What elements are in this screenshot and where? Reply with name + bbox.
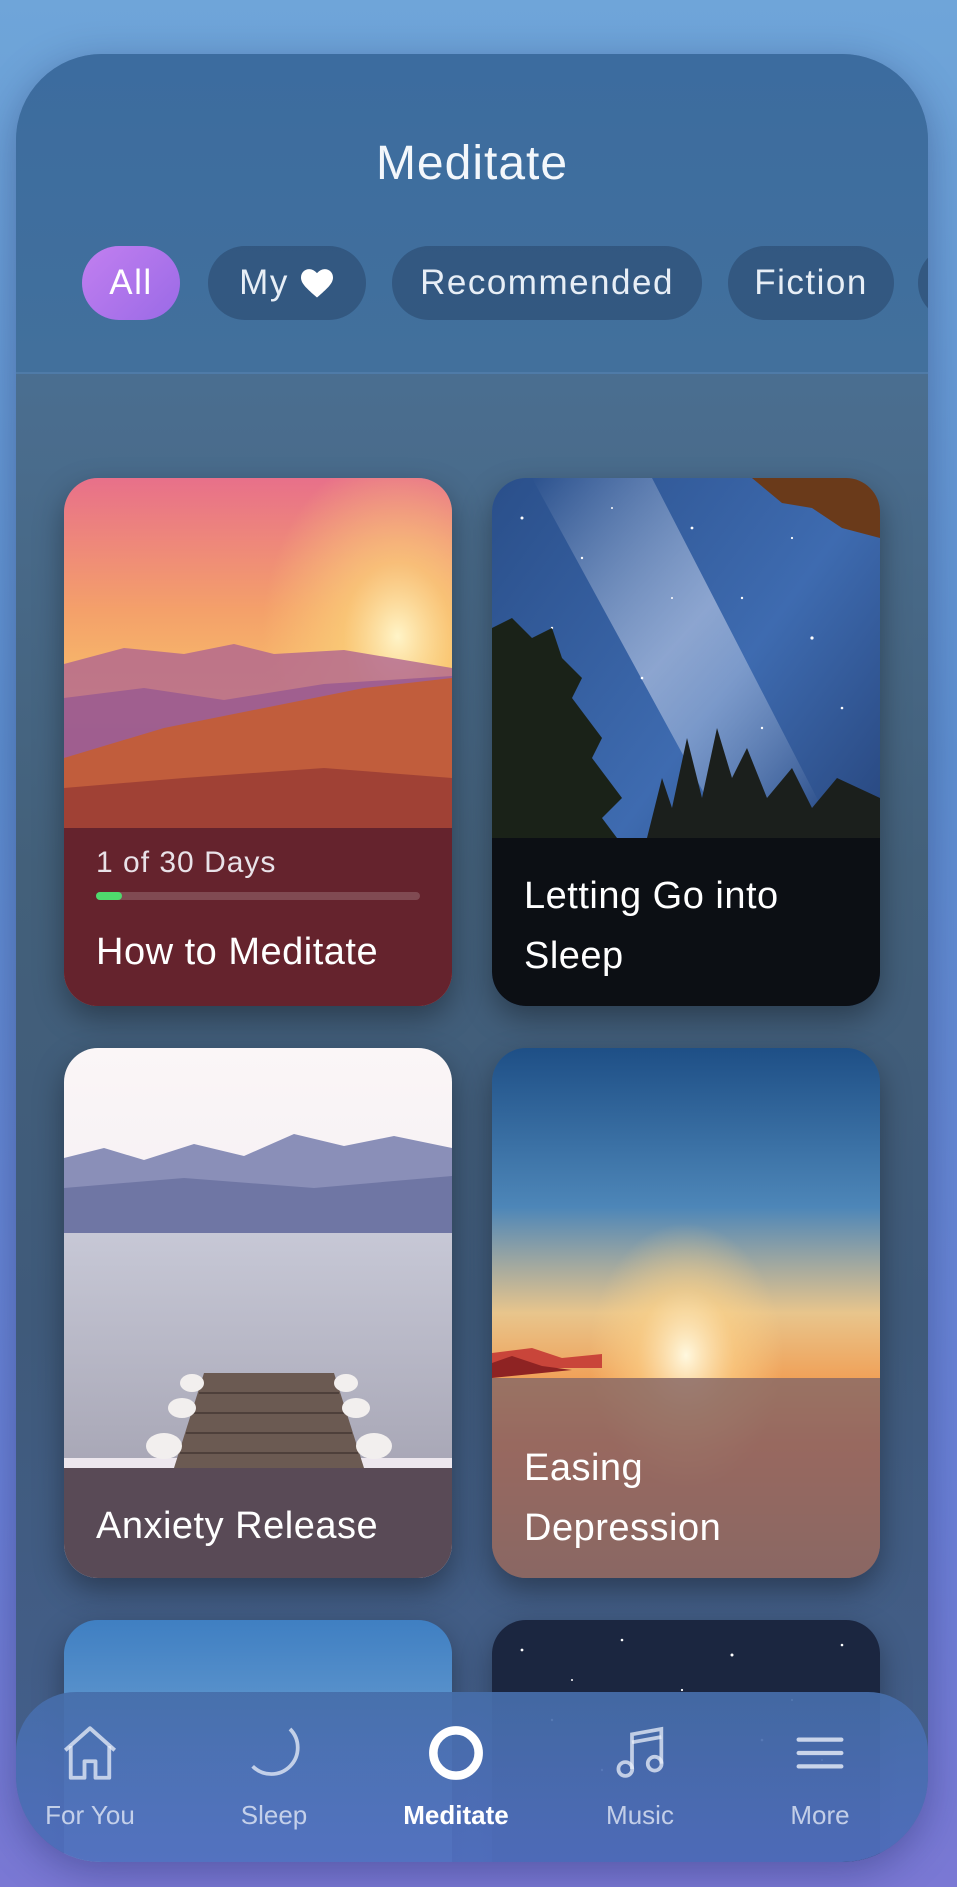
filter-bar[interactable]: All My Recommended Fiction [66,246,928,320]
card-title: How to Meditate [96,931,379,973]
card-info: Anxiety Release [64,1496,452,1556]
filter-label: My [239,263,289,302]
progress-bar [96,892,420,900]
progress-label: 1 of 30 Days [96,846,277,879]
tab-more[interactable]: More [740,1716,900,1831]
page-title: Meditate [375,137,569,190]
filter-chip-more[interactable] [918,246,928,320]
filter-label: Recommended [420,263,674,302]
tab-meditate[interactable]: Meditate [376,1716,536,1831]
card-letting-go-into-sleep[interactable]: Letting Go into Sleep [492,478,880,1006]
circle-icon [429,1726,483,1780]
card-easing-depression[interactable]: Easing Depression [492,1048,880,1578]
tab-sleep[interactable]: Sleep [194,1716,354,1831]
tab-music[interactable]: Music [560,1716,720,1831]
filter-chip-all[interactable]: All [82,246,180,320]
tab-for-you[interactable]: For You [16,1716,170,1831]
filter-label: All [109,263,153,302]
filter-chip-recommended[interactable]: Recommended [392,246,702,320]
menu-icon [796,1737,844,1769]
tab-label: Meditate [403,1800,509,1830]
music-note-icon [616,1726,664,1778]
tab-label: For You [45,1800,135,1830]
heart-icon [300,269,333,298]
card-title: Anxiety Release [96,1505,379,1547]
moon-icon [251,1727,300,1776]
progress-fill [96,892,122,900]
home-icon [63,1726,117,1780]
tab-bar: For You Sleep Meditate Music More [16,1692,928,1862]
filter-chip-fiction[interactable]: Fiction [728,246,894,320]
card-info: 1 of 30 Days How to Meditate [64,846,452,982]
card-anxiety-release[interactable]: Anxiety Release [64,1048,452,1578]
tab-label: More [790,1800,850,1830]
card-title: Letting Go into Sleep [524,875,779,977]
card-title: Easing Depression [524,1447,722,1549]
card-info: Easing Depression [492,1438,880,1558]
card-how-to-meditate[interactable]: 1 of 30 Days How to Meditate [64,478,452,1006]
tab-label: Sleep [240,1800,308,1830]
card-info: Letting Go into Sleep [492,866,880,986]
filter-chip-my-favorites[interactable]: My [208,246,366,320]
app-screen: Meditate All My Recommended Fiction 1 of… [16,54,928,1862]
filter-label: Fiction [754,263,868,302]
header: Meditate All My Recommended Fiction [16,54,928,374]
tab-label: Music [606,1800,674,1830]
content-grid: 1 of 30 Days How to Meditate Letting Go … [16,374,928,1862]
